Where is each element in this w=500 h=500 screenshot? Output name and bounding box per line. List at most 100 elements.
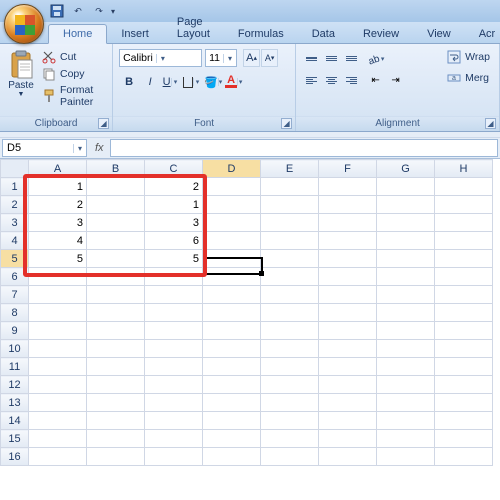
- borders-button[interactable]: ▾: [182, 72, 202, 92]
- cell-A10[interactable]: [29, 340, 87, 358]
- cell-B10[interactable]: [87, 340, 145, 358]
- cell-E6[interactable]: [261, 268, 319, 286]
- cell-B16[interactable]: [87, 448, 145, 466]
- cell-D8[interactable]: [203, 304, 261, 322]
- cell-H16[interactable]: [435, 448, 493, 466]
- cell-E11[interactable]: [261, 358, 319, 376]
- cell-F13[interactable]: [319, 394, 377, 412]
- cell-C15[interactable]: [145, 430, 203, 448]
- cell-B8[interactable]: [87, 304, 145, 322]
- cell-G7[interactable]: [377, 286, 435, 304]
- font-launcher[interactable]: ◢: [281, 118, 292, 129]
- shrink-font-button[interactable]: A▾: [261, 49, 278, 67]
- tab-formulas[interactable]: Formulas: [224, 25, 298, 43]
- cell-B3[interactable]: [87, 214, 145, 232]
- cell-E14[interactable]: [261, 412, 319, 430]
- cell-G11[interactable]: [377, 358, 435, 376]
- cell-G16[interactable]: [377, 448, 435, 466]
- cell-C4[interactable]: 6: [145, 232, 203, 250]
- row-header-7[interactable]: 7: [1, 286, 29, 304]
- cell-B15[interactable]: [87, 430, 145, 448]
- select-all-corner[interactable]: [1, 160, 29, 178]
- cell-B5[interactable]: [87, 250, 145, 268]
- name-box-input[interactable]: [3, 140, 73, 156]
- cell-E16[interactable]: [261, 448, 319, 466]
- cell-B12[interactable]: [87, 376, 145, 394]
- qat-redo-button[interactable]: ↷: [90, 3, 108, 19]
- cell-E7[interactable]: [261, 286, 319, 304]
- col-header-E[interactable]: E: [261, 160, 319, 178]
- office-button[interactable]: [4, 4, 44, 44]
- cell-F1[interactable]: [319, 178, 377, 196]
- cell-A15[interactable]: [29, 430, 87, 448]
- cell-G3[interactable]: [377, 214, 435, 232]
- cell-C14[interactable]: [145, 412, 203, 430]
- wrap-text-button[interactable]: Wrap: [444, 48, 493, 66]
- cell-D3[interactable]: [203, 214, 261, 232]
- cell-G15[interactable]: [377, 430, 435, 448]
- cell-G2[interactable]: [377, 196, 435, 214]
- name-box[interactable]: ▾: [2, 139, 87, 157]
- cell-F4[interactable]: [319, 232, 377, 250]
- tab-home[interactable]: Home: [48, 24, 107, 44]
- col-header-G[interactable]: G: [377, 160, 435, 178]
- cell-E15[interactable]: [261, 430, 319, 448]
- cell-G14[interactable]: [377, 412, 435, 430]
- cell-A13[interactable]: [29, 394, 87, 412]
- cell-D9[interactable]: [203, 322, 261, 340]
- cell-E9[interactable]: [261, 322, 319, 340]
- align-center-button[interactable]: [322, 71, 341, 90]
- cell-A1[interactable]: 1: [29, 178, 87, 196]
- fill-color-button[interactable]: 🪣▾: [203, 72, 223, 92]
- cell-F12[interactable]: [319, 376, 377, 394]
- cell-H14[interactable]: [435, 412, 493, 430]
- align-right-button[interactable]: [342, 71, 361, 90]
- cell-B6[interactable]: [87, 268, 145, 286]
- align-bottom-button[interactable]: [342, 49, 361, 68]
- row-header-9[interactable]: 9: [1, 322, 29, 340]
- orientation-button[interactable]: ab▾: [366, 49, 385, 68]
- row-header-3[interactable]: 3: [1, 214, 29, 232]
- cell-E4[interactable]: [261, 232, 319, 250]
- cell-E10[interactable]: [261, 340, 319, 358]
- cell-C6[interactable]: [145, 268, 203, 286]
- cell-A6[interactable]: [29, 268, 87, 286]
- cell-G4[interactable]: [377, 232, 435, 250]
- cell-C13[interactable]: [145, 394, 203, 412]
- cell-F11[interactable]: [319, 358, 377, 376]
- row-header-2[interactable]: 2: [1, 196, 29, 214]
- font-name-combo[interactable]: Calibri▾: [119, 49, 202, 67]
- cell-D4[interactable]: [203, 232, 261, 250]
- cell-C5[interactable]: 5: [145, 250, 203, 268]
- row-header-15[interactable]: 15: [1, 430, 29, 448]
- row-header-10[interactable]: 10: [1, 340, 29, 358]
- row-header-12[interactable]: 12: [1, 376, 29, 394]
- cell-D7[interactable]: [203, 286, 261, 304]
- cell-H13[interactable]: [435, 394, 493, 412]
- cell-A3[interactable]: 3: [29, 214, 87, 232]
- row-header-1[interactable]: 1: [1, 178, 29, 196]
- cell-C16[interactable]: [145, 448, 203, 466]
- cell-G9[interactable]: [377, 322, 435, 340]
- cell-D11[interactable]: [203, 358, 261, 376]
- cell-E2[interactable]: [261, 196, 319, 214]
- align-middle-button[interactable]: [322, 49, 341, 68]
- cell-D15[interactable]: [203, 430, 261, 448]
- row-header-14[interactable]: 14: [1, 412, 29, 430]
- underline-button[interactable]: U▾: [161, 72, 181, 92]
- increase-indent-button[interactable]: ⇥: [386, 71, 405, 90]
- cell-G10[interactable]: [377, 340, 435, 358]
- cell-G8[interactable]: [377, 304, 435, 322]
- cell-F2[interactable]: [319, 196, 377, 214]
- row-header-16[interactable]: 16: [1, 448, 29, 466]
- cell-A11[interactable]: [29, 358, 87, 376]
- cell-C9[interactable]: [145, 322, 203, 340]
- cell-F16[interactable]: [319, 448, 377, 466]
- cell-E5[interactable]: [261, 250, 319, 268]
- cell-A4[interactable]: 4: [29, 232, 87, 250]
- cell-D13[interactable]: [203, 394, 261, 412]
- tab-review[interactable]: Review: [349, 25, 413, 43]
- cell-B1[interactable]: [87, 178, 145, 196]
- cell-H1[interactable]: [435, 178, 493, 196]
- font-size-combo[interactable]: 11▾: [205, 49, 237, 67]
